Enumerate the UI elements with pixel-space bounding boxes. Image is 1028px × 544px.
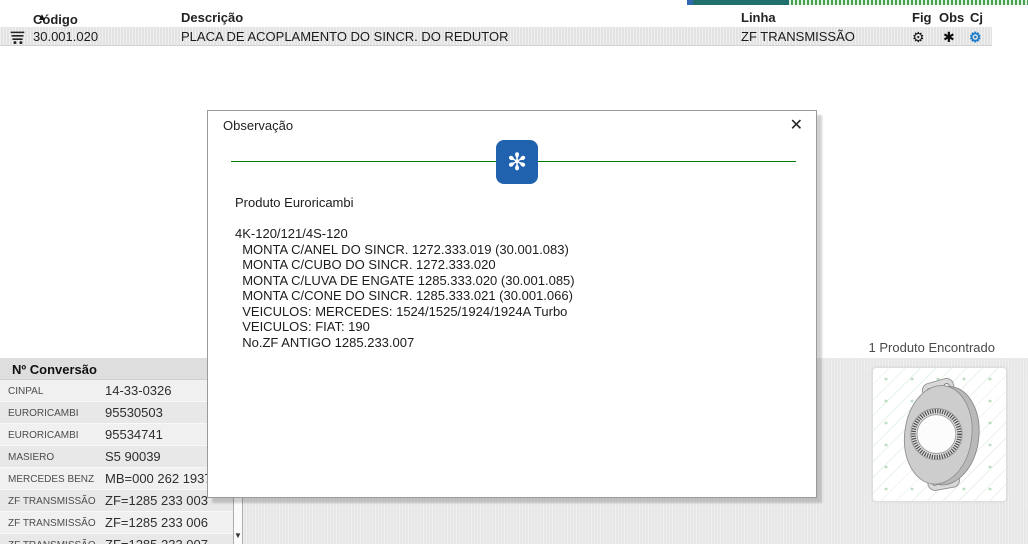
observation-line: VEICULOS: MERCEDES: 1524/1525/1924/1924A… <box>235 304 575 320</box>
obs-column-header: Obs <box>939 10 964 25</box>
observation-line: 4K-120/121/4S-120 <box>235 226 575 242</box>
row-descricao-value: PLACA DE ACOPLAMENTO DO SINCR. DO REDUTO… <box>181 29 508 44</box>
results-count-label: 1 Produto Encontrado <box>869 340 995 355</box>
brand-label: MERCEDES BENZ <box>8 474 94 485</box>
conversion-number: ZF=1285 233 007 <box>105 537 208 544</box>
coupling-plate-illustration <box>887 373 993 497</box>
conversion-number: 95534741 <box>105 427 163 442</box>
table-row[interactable]: 30.001.020 PLACA DE ACOPLAMENTO DO SINCR… <box>0 27 992 46</box>
table-row: EURORICAMBI 95530503 <box>0 402 233 424</box>
conversion-table: Nº Conversão CINPAL 14-33-0326 EURORICAM… <box>0 358 233 544</box>
brand-label: EURORICAMBI <box>8 408 79 419</box>
product-image <box>872 367 1007 502</box>
close-icon[interactable]: ✕ <box>790 115 803 135</box>
fig-gear-icon[interactable]: ⚙ <box>912 29 925 45</box>
conversion-number: S5 90039 <box>105 449 161 464</box>
parts-catalog-screen: Código▲ Descrição Linha Fig Obs Cj 30.00… <box>0 0 1028 544</box>
conversion-table-body: CINPAL 14-33-0326 EURORICAMBI 95530503 E… <box>0 380 233 544</box>
observation-text: Produto Euroricambi 4K-120/121/4S-120 MO… <box>235 195 575 350</box>
conversion-number: ZF=1285 233 006 <box>105 515 208 530</box>
observation-line: Produto Euroricambi <box>235 195 575 211</box>
conversion-number: 14-33-0326 <box>105 383 172 398</box>
descricao-column-header[interactable]: Descrição <box>181 10 243 25</box>
cart-icon[interactable] <box>9 29 26 49</box>
results-table-header: Código▲ Descrição Linha Fig Obs Cj <box>0 8 1028 27</box>
conversion-number: ZF=1285 233 003 <box>105 493 208 508</box>
cj-gear-blue-icon[interactable]: ⚙ <box>969 29 982 45</box>
scroll-down-button[interactable]: ▼ <box>234 530 242 542</box>
brand-label: ZF TRANSMISSÃO <box>8 518 96 529</box>
brand-label: ZF TRANSMISSÃO <box>8 540 96 544</box>
row-codigo-value: 30.001.020 <box>33 29 98 44</box>
observation-line: No.ZF ANTIGO 1285.233.007 <box>235 335 575 351</box>
observation-line <box>235 211 575 227</box>
observation-line: MONTA C/ANEL DO SINCR. 1272.333.019 (30.… <box>235 242 575 258</box>
sort-ascending-icon[interactable]: ▲ <box>37 12 47 23</box>
conversion-number: MB=000 262 1937 <box>105 471 212 486</box>
top-accent-bar <box>687 0 1028 5</box>
observation-line: MONTA C/LUVA DE ENGATE 1285.333.020 (30.… <box>235 273 575 289</box>
asterisk-badge-icon: ✻ <box>496 140 538 184</box>
table-row: ZF TRANSMISSÃO ZF=1285 233 006 <box>0 512 233 534</box>
conversion-number: 95530503 <box>105 405 163 420</box>
dialog-title: Observação <box>223 118 293 133</box>
table-row: ZF TRANSMISSÃO ZF=1285 233 003 <box>0 490 233 512</box>
observacao-dialog: Observação ✕ ✻ Produto Euroricambi 4K-12… <box>207 110 817 498</box>
top-accent-bar-teal-segment <box>687 0 789 5</box>
observation-line: MONTA C/CUBO DO SINCR. 1272.333.020 <box>235 257 575 273</box>
table-row: ZF TRANSMISSÃO ZF=1285 233 007 <box>0 534 233 544</box>
brand-label: CINPAL <box>8 386 43 397</box>
observation-line: MONTA C/CONE DO SINCR. 1285.333.021 (30.… <box>235 288 575 304</box>
table-row: MERCEDES BENZ MB=000 262 1937 <box>0 468 233 490</box>
brand-label: EURORICAMBI <box>8 430 79 441</box>
table-row: MASIERO S5 90039 <box>0 446 233 468</box>
linha-column-header[interactable]: Linha <box>741 10 776 25</box>
cj-column-header: Cj <box>970 10 983 25</box>
brand-label: MASIERO <box>8 452 54 463</box>
conversion-table-title: Nº Conversão <box>0 358 233 380</box>
obs-asterisk-icon[interactable]: ✱ <box>943 29 955 45</box>
row-linha-value: ZF TRANSMISSÃO <box>741 29 855 44</box>
table-row: EURORICAMBI 95534741 <box>0 424 233 446</box>
brand-label: ZF TRANSMISSÃO <box>8 496 96 507</box>
table-row: CINPAL 14-33-0326 <box>0 380 233 402</box>
fig-column-header: Fig <box>912 10 932 25</box>
observation-line: VEICULOS: FIAT: 190 <box>235 319 575 335</box>
